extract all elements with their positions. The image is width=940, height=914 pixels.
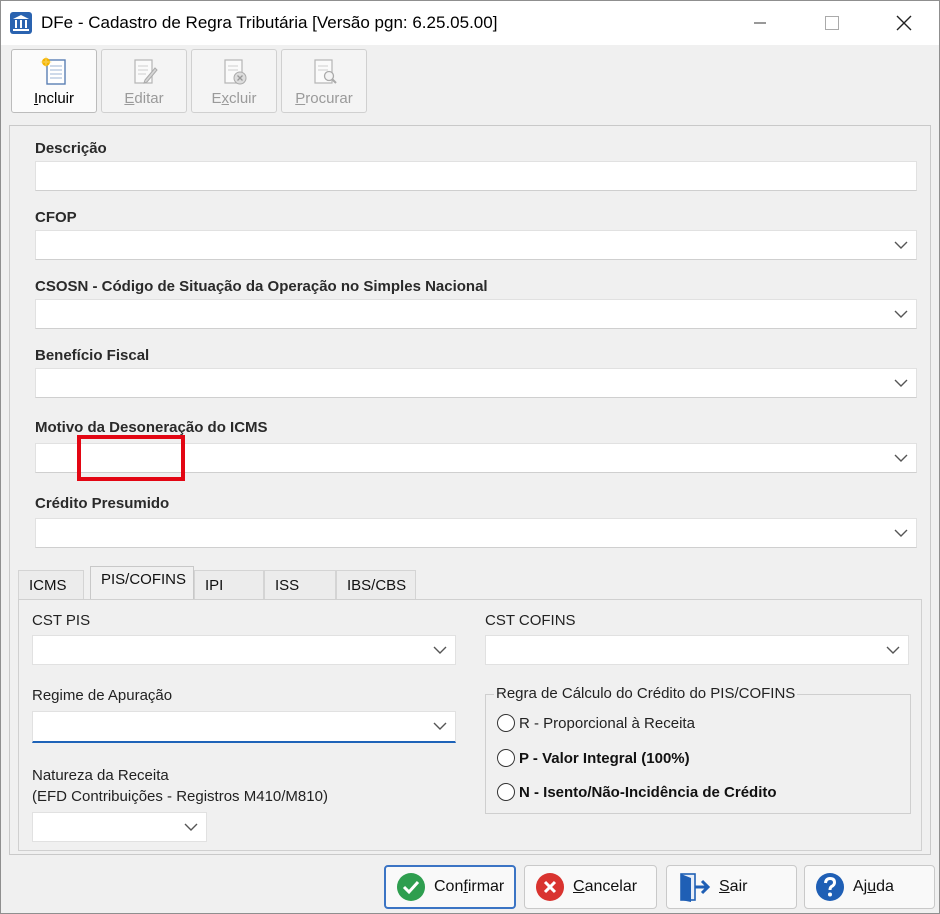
search-document-icon — [314, 59, 337, 84]
ajuda-button[interactable]: Ajuda — [804, 865, 935, 909]
confirmar-button[interactable]: Confirmar — [384, 865, 516, 909]
radio-label: N - Isento/Não-Incidência de Crédito — [519, 783, 777, 801]
radio-circle[interactable] — [497, 714, 515, 732]
chevron-down-icon — [894, 241, 908, 249]
title-bar: DFe - Cadastro de Regra Tributária [Vers… — [1, 1, 939, 45]
toolbar: Incluir Editar Excluir Procurar — [9, 47, 929, 115]
radio-label: R - Proporcional à Receita — [519, 714, 695, 732]
natureza-sublabel: (EFD Contribuições - Registros M410/M810… — [32, 788, 328, 805]
radio-circle[interactable] — [497, 749, 515, 767]
chevron-down-icon — [433, 722, 447, 730]
help-icon — [816, 873, 844, 901]
close-button[interactable] — [881, 1, 927, 45]
radio-label: P - Valor Integral (100%) — [519, 749, 690, 767]
tax-tabs: ICMS PIS/COFINS IPI ISS IBS/CBS — [18, 566, 922, 602]
beneficio-select[interactable] — [35, 368, 917, 398]
csosn-select[interactable] — [35, 299, 917, 329]
cancel-icon — [536, 873, 564, 901]
excluir-button[interactable]: Excluir — [191, 49, 277, 113]
procurar-button[interactable]: Procurar — [281, 49, 367, 113]
natureza-select[interactable] — [32, 812, 207, 842]
credito-select[interactable] — [35, 518, 917, 548]
window-title: DFe - Cadastro de Regra Tributária [Vers… — [41, 13, 498, 32]
ajuda-label: Ajuda — [853, 878, 894, 895]
chevron-down-icon — [894, 454, 908, 462]
chevron-down-icon — [886, 646, 900, 654]
regime-select[interactable] — [32, 711, 456, 743]
app-window: DFe - Cadastro de Regra Tributária [Vers… — [0, 0, 940, 914]
delete-document-icon — [224, 59, 247, 85]
exit-door-icon — [680, 873, 711, 902]
motivo-label: Motivo da Desoneração do ICMS — [35, 419, 268, 436]
cst-cofins-select[interactable] — [485, 635, 909, 665]
excluir-label: Excluir — [211, 90, 257, 107]
natureza-label: Natureza da Receita — [32, 767, 169, 784]
csosn-label: CSOSN - Código de Situação da Operação n… — [35, 278, 488, 295]
cst-pis-select[interactable] — [32, 635, 456, 665]
tab-ibs-cbs[interactable]: IBS/CBS — [336, 570, 416, 600]
minimize-button[interactable] — [737, 1, 783, 45]
chevron-down-icon — [894, 310, 908, 318]
beneficio-label: Benefício Fiscal — [35, 347, 150, 364]
chevron-down-icon — [894, 379, 908, 387]
descricao-input[interactable] — [35, 161, 917, 191]
check-icon — [397, 873, 425, 901]
sair-label: Sair — [719, 878, 748, 895]
minimize-icon — [754, 22, 766, 24]
tab-icms[interactable]: ICMS — [18, 570, 84, 600]
regime-label: Regime de Apuração — [32, 687, 173, 704]
cancelar-label: Cancelar — [573, 878, 638, 895]
building-icon — [10, 12, 32, 34]
cfop-label: CFOP — [35, 209, 77, 226]
tab-pis-cofins[interactable]: PIS/COFINS — [90, 566, 194, 602]
maximize-icon — [825, 16, 839, 30]
form-panel: Descrição CFOP CSOSN - Código de Situaçã… — [9, 125, 931, 855]
chevron-down-icon — [184, 823, 198, 831]
cfop-select[interactable] — [35, 230, 917, 260]
incluir-label: Incluir — [33, 90, 75, 107]
radio-option-n[interactable]: N - Isento/Não-Incidência de Crédito — [497, 783, 777, 801]
cst-cofins-label: CST COFINS — [485, 612, 576, 629]
cst-pis-label: CST PIS — [32, 612, 91, 629]
radio-circle[interactable] — [497, 783, 515, 801]
tab-iss[interactable]: ISS — [264, 570, 336, 600]
radio-option-p[interactable]: P - Valor Integral (100%) — [497, 749, 690, 767]
edit-document-icon — [134, 59, 158, 84]
credito-label: Crédito Presumido — [35, 495, 170, 512]
radio-option-r[interactable]: R - Proporcional à Receita — [497, 714, 695, 732]
new-document-icon — [40, 56, 66, 85]
descricao-label: Descrição — [35, 140, 107, 157]
tab-ipi[interactable]: IPI — [194, 570, 264, 600]
sair-button[interactable]: Sair — [666, 865, 797, 909]
regra-calculo-title: Regra de Cálculo do Crédito do PIS/COFIN… — [494, 685, 798, 702]
maximize-button[interactable] — [809, 1, 855, 45]
editar-button[interactable]: Editar — [101, 49, 187, 113]
chevron-down-icon — [894, 529, 908, 537]
editar-label: Editar — [124, 90, 164, 107]
close-icon — [896, 15, 912, 31]
chevron-down-icon — [433, 646, 447, 654]
cancelar-button[interactable]: Cancelar — [524, 865, 657, 909]
selected-tab-highlight — [77, 435, 185, 481]
incluir-button[interactable]: Incluir — [11, 49, 97, 113]
procurar-label: Procurar — [295, 90, 353, 107]
confirmar-label: Confirmar — [434, 878, 505, 895]
